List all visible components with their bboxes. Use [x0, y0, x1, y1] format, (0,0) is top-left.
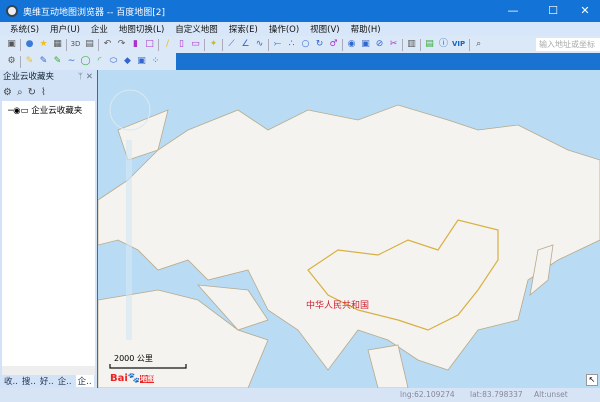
rotate-icon[interactable]: ↻ [314, 39, 325, 50]
menu-enterprise[interactable]: 企业 [91, 23, 108, 35]
scissors-icon[interactable]: ✂ [388, 39, 399, 50]
panel-header: 企业云收藏夹 ᛘ ✕ [0, 70, 97, 84]
longitude-readout: lng:62.109274 [400, 390, 455, 399]
status-bar: lng:62.109274 lat:83.798337 Alt:unset [0, 388, 600, 402]
attach-icon[interactable]: ⊘ [374, 39, 385, 50]
search-icon[interactable]: ⌕ [17, 87, 23, 98]
southeast-asia [367, 344, 409, 388]
overview-toggle-button[interactable]: ↖ [586, 374, 598, 386]
view-3d-button[interactable]: 3D [70, 39, 81, 50]
map-view[interactable]: 中华人民共和国 2000 公里 Bai🐾地图 ↖ [98, 70, 600, 388]
maximize-button[interactable]: ☐ [536, 0, 570, 22]
country-label: 中华人民共和国 [306, 301, 370, 311]
menu-explore[interactable]: 探索(E) [229, 23, 258, 35]
circle-icon[interactable]: ○ [300, 39, 311, 50]
polygon-icon[interactable]: ⁘ [150, 56, 161, 67]
print-icon[interactable]: ▥ [406, 39, 417, 50]
scale-label: 2000 公里 [114, 354, 153, 363]
polyline-icon[interactable]: ⟋ [226, 39, 237, 50]
tree-node[interactable]: ─◉▭ 企业云收藏夹 [2, 101, 95, 116]
pin-blue-icon[interactable]: ✎ [38, 56, 49, 67]
ellipse-icon[interactable]: ⬭ [108, 56, 119, 67]
favorites-panel: 企业云收藏夹 ᛘ ✕ ⚙ ⌕ ↻ ⌇ ─◉▭ 企业云收藏夹 收.. 搜.. 好.… [0, 70, 97, 388]
panel-title: 企业云收藏夹 [3, 72, 55, 82]
folder-icon: ─◉▭ [8, 106, 32, 116]
rectangle-icon[interactable]: ▣ [136, 56, 147, 67]
view-2d-icon[interactable]: ▤ [84, 39, 95, 50]
latitude-readout: lat:83.798337 [470, 390, 523, 399]
tab-enterprise[interactable]: 企.. [58, 375, 72, 387]
refresh-icon[interactable]: ↻ [28, 87, 36, 98]
curve-icon[interactable]: ∿ [254, 39, 265, 50]
redo-icon[interactable]: ↷ [116, 39, 127, 50]
favorite-star-icon[interactable]: ★ [38, 39, 49, 50]
arc-icon[interactable]: ◜ [94, 56, 105, 67]
diamond-icon[interactable]: ◆ [122, 56, 133, 67]
tab-friends[interactable]: 好.. [40, 375, 54, 387]
minimize-button[interactable]: — [496, 0, 530, 22]
attach-icon[interactable]: ⌇ [41, 87, 46, 98]
navigation-control[interactable] [109, 89, 151, 131]
points-icon[interactable]: ∴ [286, 39, 297, 50]
baidu-logo: Bai🐾地图 [110, 373, 155, 384]
vip-button[interactable]: VIP [452, 39, 465, 50]
menu-help[interactable]: 帮助(H) [351, 23, 381, 35]
save-icon[interactable]: ▣ [6, 39, 17, 50]
undo-icon[interactable]: ↶ [102, 39, 113, 50]
favorites-tree: ─◉▭ 企业云收藏夹 [2, 101, 95, 366]
chat-icon[interactable]: ▤ [424, 39, 435, 50]
angle-icon[interactable]: ∠ [240, 39, 251, 50]
pin-add-icon[interactable]: ✦ [208, 39, 219, 50]
title-bar: 奥维互动地图浏览器 -- 百度地图[2] — ☐ ✕ [0, 0, 600, 22]
vertical-ruler-icon[interactable]: ▯ [176, 39, 187, 50]
menu-user[interactable]: 用户(U) [50, 23, 80, 35]
wave-line-icon[interactable]: ∼ [66, 56, 77, 67]
select-box-icon[interactable]: □ [144, 39, 155, 50]
menu-view[interactable]: 视图(V) [310, 23, 339, 35]
search-input[interactable]: 输入地址或坐标 [536, 38, 600, 51]
gear-icon[interactable]: ⚙ [6, 56, 17, 67]
globe-icon[interactable]: ◉ [346, 39, 357, 50]
app-logo-icon [6, 5, 18, 17]
tree-node-label: 企业云收藏夹 [31, 106, 83, 116]
menu-operation[interactable]: 操作(O) [269, 23, 299, 35]
draw-toolbar: ⚙ ✎ ✎ ✎ ∼ ◯ ◜ ⬭ ◆ ▣ ⁘ [0, 53, 176, 70]
circle-draw-icon[interactable]: ◯ [80, 56, 91, 67]
delete-icon[interactable]: ▮ [130, 39, 141, 50]
ruler-icon[interactable]: / [162, 39, 173, 50]
main-toolbar: ▣ ● ★ ▦ 3D ▤ ↶ ↷ ▮ □ / ▯ ▭ ✦ ⟋ ∠ ∿ ⤚ ∴ ○… [0, 36, 600, 53]
pin-yellow-icon[interactable]: ✎ [24, 56, 35, 67]
menu-map-switch[interactable]: 地图切换(L) [119, 23, 164, 35]
tab-search[interactable]: 搜.. [22, 375, 36, 387]
pin-green-icon[interactable]: ✎ [52, 56, 63, 67]
tab-enterprise-cloud[interactable]: 企.. [75, 375, 94, 387]
map-canvas [98, 89, 600, 388]
gender-icon[interactable]: ♂ [328, 39, 339, 50]
settings-icon[interactable]: ⚙ [3, 87, 12, 98]
pin-panel-button[interactable]: ᛘ [78, 70, 83, 84]
menu-system[interactable]: 系统(S) [10, 23, 39, 35]
window-title: 奥维互动地图浏览器 -- 百度地图[2] [23, 7, 165, 18]
close-button[interactable]: ✕ [568, 0, 600, 22]
merge-icon[interactable]: ⤚ [272, 39, 283, 50]
altitude-readout: Alt:unset [534, 390, 568, 399]
menu-custom-map[interactable]: 自定义地图 [175, 23, 218, 35]
building-icon[interactable]: ▦ [52, 39, 63, 50]
menu-bar: 系统(S) 用户(U) 企业 地图切换(L) 自定义地图 探索(E) 操作(O)… [0, 22, 600, 36]
tab-favorites[interactable]: 收.. [4, 375, 18, 387]
zoom-slider[interactable] [126, 140, 132, 340]
panel-icon[interactable]: ▭ [190, 39, 201, 50]
user-icon[interactable]: ● [24, 39, 35, 50]
search-icon[interactable]: ⌕ [473, 39, 484, 50]
close-panel-button[interactable]: ✕ [86, 70, 93, 84]
info-icon[interactable]: ⓘ [438, 39, 449, 50]
image-icon[interactable]: ▣ [360, 39, 371, 50]
